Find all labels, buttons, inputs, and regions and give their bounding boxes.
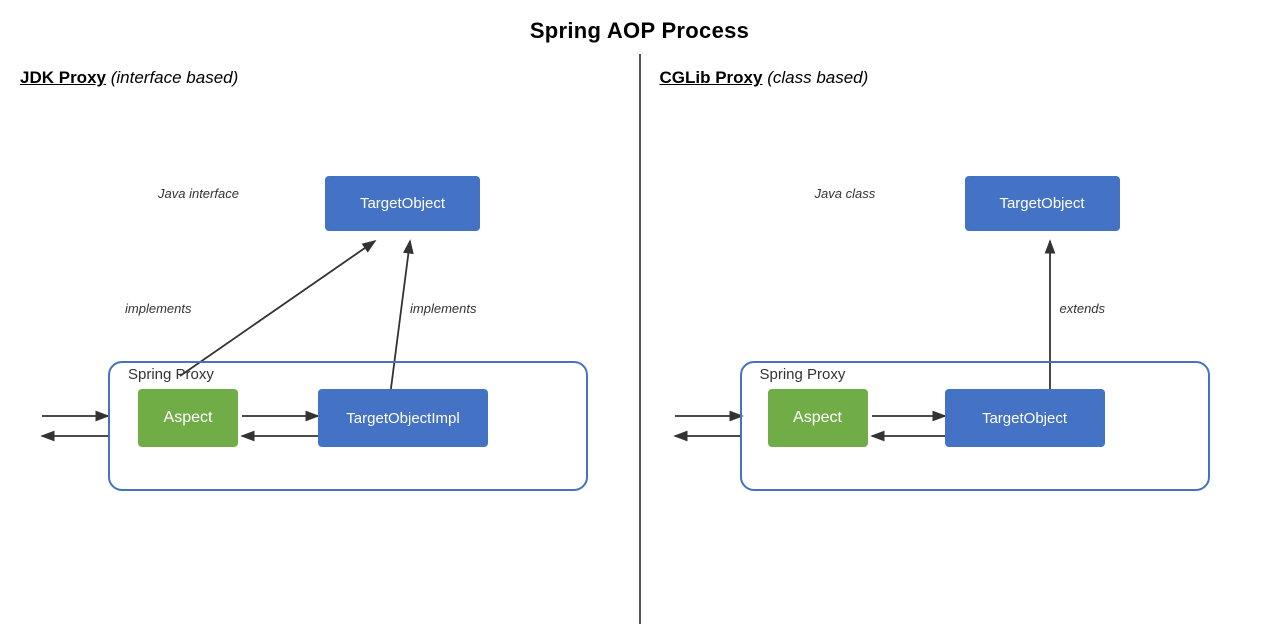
right-aspect-box: Aspect [768, 389, 868, 447]
right-target-object-top-box: TargetObject [965, 176, 1120, 231]
left-panel: JDK Proxy (interface based) [0, 54, 640, 624]
right-extends-label: extends [1060, 301, 1106, 316]
right-panel-title: CGLib Proxy (class based) [660, 68, 1260, 88]
left-java-interface-label: Java interface [158, 186, 239, 201]
left-proxy-implements-arrow [180, 241, 375, 376]
right-java-class-label: Java class [815, 186, 876, 201]
left-diagram-area: TargetObject Java interface implements i… [20, 106, 620, 614]
right-panel: CGLib Proxy (class based) [640, 54, 1279, 624]
right-diagram-area: TargetObject Java class extends Spring P… [660, 106, 1260, 614]
left-implements-label1: implements [125, 301, 191, 316]
right-arrows-svg [660, 106, 1260, 614]
left-target-object-box: TargetObject [325, 176, 480, 231]
left-aspect-box: Aspect [138, 389, 238, 447]
right-spring-proxy-label: Spring Proxy [760, 366, 846, 383]
page-title: Spring AOP Process [0, 0, 1279, 54]
left-implements-label2: implements [410, 301, 476, 316]
left-target-object-impl-box: TargetObjectImpl [318, 389, 488, 447]
left-panel-title: JDK Proxy (interface based) [20, 68, 620, 88]
left-arrows-svg [20, 106, 620, 614]
right-target-object-bottom-box: TargetObject [945, 389, 1105, 447]
left-spring-proxy-label: Spring Proxy [128, 366, 214, 383]
